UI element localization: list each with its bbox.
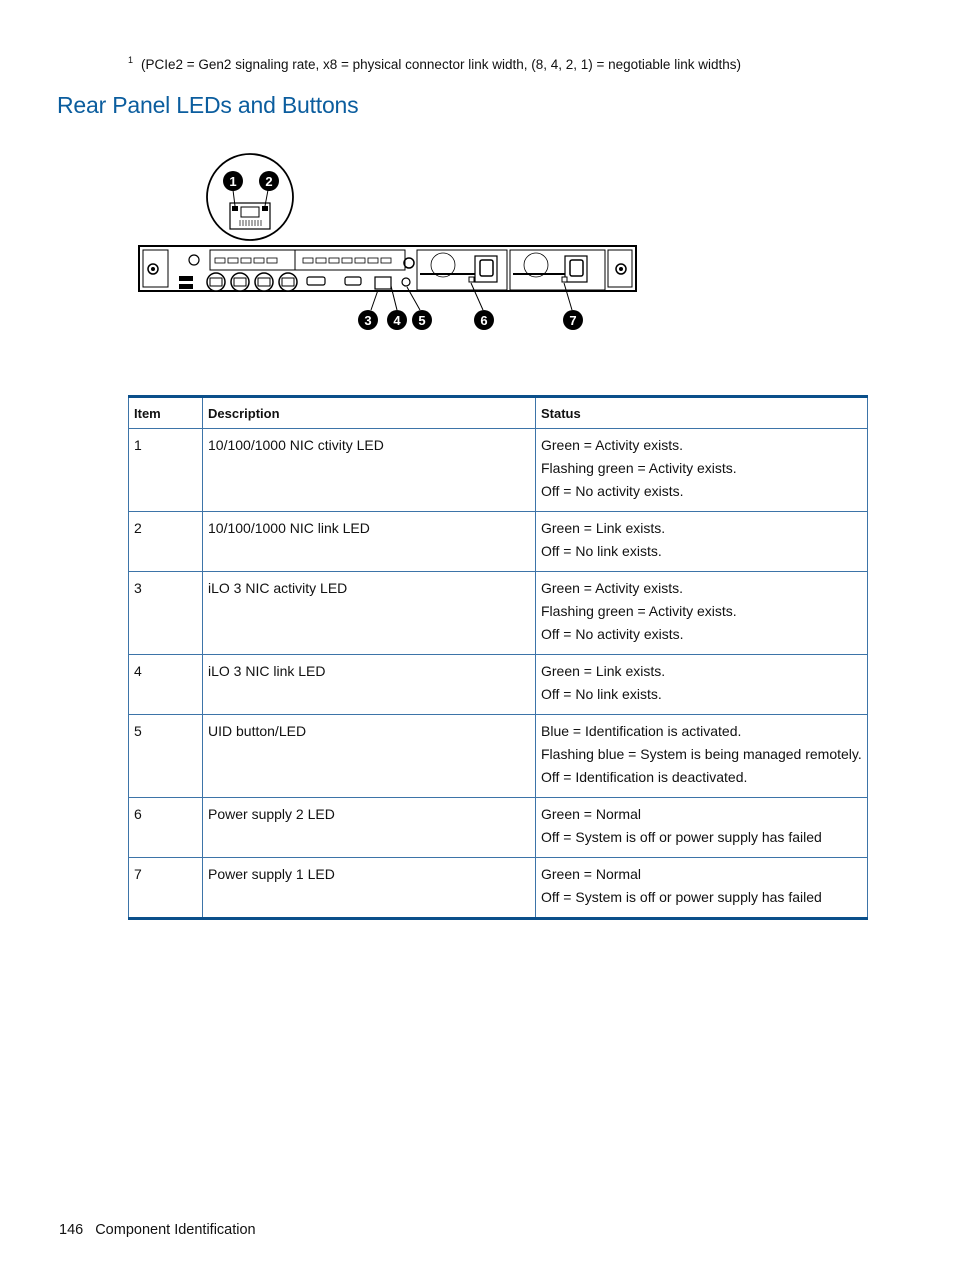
status-line: Off = Identification is deactivated. — [541, 769, 748, 785]
svg-text:3: 3 — [364, 313, 371, 328]
server-chassis — [138, 245, 637, 292]
cell-description: Power supply 2 LED — [202, 797, 536, 858]
cell-status: Blue = Identification is activated. Flash… — [535, 714, 868, 798]
callout-3: 3 — [358, 310, 378, 330]
callout-7: 7 — [563, 310, 583, 330]
chapter-title: Component Identification — [95, 1222, 256, 1238]
page-footer: 146 Component Identification — [59, 1222, 256, 1238]
cell-item: 7 — [128, 857, 203, 919]
header-item: Item — [128, 396, 203, 429]
cell-item: 1 — [128, 428, 203, 512]
cell-status: Green = Activity exists. Flashing green =… — [535, 428, 868, 512]
svg-text:1: 1 — [229, 174, 236, 189]
rear-panel-diagram: 1 2 3 4 5 6 7 — [138, 153, 637, 330]
svg-text:5: 5 — [418, 313, 425, 328]
status-line: Off = System is off or power supply has … — [541, 889, 822, 905]
cell-description: Power supply 1 LED — [202, 857, 536, 919]
status-line: Off = No activity exists. — [541, 626, 684, 642]
table-row: 3 iLO 3 NIC activity LED Green = Activity … — [128, 571, 868, 655]
status-line: Flashing blue = System is being managed … — [541, 746, 862, 762]
cell-description: iLO 3 NIC link LED — [202, 654, 536, 715]
status-line: Blue = Identification is activated. — [541, 723, 742, 739]
cell-status: Green = Link exists. Off = No link exists… — [535, 511, 868, 572]
cell-status: Green = Normal Off = System is off or pow… — [535, 857, 868, 919]
table-header-row: Item Description Status — [128, 396, 868, 429]
status-line: Green = Activity exists. — [541, 580, 683, 596]
callout-1: 1 — [223, 171, 243, 191]
status-line: Green = Normal — [541, 866, 641, 882]
cell-status: Green = Normal Off = System is off or pow… — [535, 797, 868, 858]
table-row: 2 10/100/1000 NIC link LED Green = Link ex… — [128, 511, 868, 572]
cell-status: Green = Activity exists. Flashing green =… — [535, 571, 868, 655]
status-line: Flashing green = Activity exists. — [541, 603, 737, 619]
table-row: 1 10/100/1000 NIC ctivity LED Green = Acti… — [128, 428, 868, 512]
cell-description: UID button/LED — [202, 714, 536, 798]
header-status: Status — [535, 396, 868, 429]
cell-item: 4 — [128, 654, 203, 715]
status-line: Green = Link exists. — [541, 520, 666, 536]
svg-text:4: 4 — [393, 313, 401, 328]
status-line: Green = Activity exists. — [541, 437, 683, 453]
callout-6: 6 — [474, 310, 494, 330]
cell-description: iLO 3 NIC activity LED — [202, 571, 536, 655]
section-title: Rear Panel LEDs and Buttons — [57, 92, 359, 118]
callout-4: 4 — [387, 310, 407, 330]
cell-item: 6 — [128, 797, 203, 858]
callout-2: 2 — [259, 171, 279, 191]
status-line: Off = System is off or power supply has … — [541, 829, 822, 845]
svg-text:2: 2 — [265, 174, 272, 189]
cell-description: 10/100/1000 NIC ctivity LED — [202, 428, 536, 512]
cell-item: 5 — [128, 714, 203, 798]
cell-item: 3 — [128, 571, 203, 655]
cell-status: Green = Link exists. Off = No link exists… — [535, 654, 868, 715]
led-table: Item Description Status 1 10/100/1000 NIC… — [128, 395, 868, 920]
callout-5: 5 — [412, 310, 432, 330]
table-row: 7 Power supply 1 LED Green = Normal Off = S… — [128, 857, 868, 919]
status-line: Off = No link exists. — [541, 543, 662, 559]
status-line: Off = No link exists. — [541, 686, 662, 702]
cell-description: 10/100/1000 NIC link LED — [202, 511, 536, 572]
status-line: Green = Normal — [541, 806, 641, 822]
svg-text:7: 7 — [569, 313, 576, 328]
page-number: 146 — [59, 1222, 84, 1238]
svg-text:6: 6 — [480, 313, 487, 328]
status-line: Green = Link exists. — [541, 663, 666, 679]
status-line: Off = No activity exists. — [541, 483, 684, 499]
status-line: Flashing green = Activity exists. — [541, 460, 737, 476]
cell-item: 2 — [128, 511, 203, 572]
footnote-text: (PCIe2 = Gen2 signaling rate, x8 = physi… — [141, 57, 741, 72]
header-description: Description — [202, 396, 536, 429]
table-row: 6 Power supply 2 LED Green = Normal Off = S… — [128, 797, 868, 858]
footnote-marker: 1 — [128, 55, 134, 65]
table-row: 5 UID button/LED Blue = Identification is … — [128, 714, 868, 798]
footnote: 1 (PCIe2 = Gen2 signaling rate, x8 = phys… — [128, 55, 741, 72]
nic-port-magnifier — [206, 153, 294, 241]
table-row: 4 iLO 3 NIC link LED Green = Link exists. O… — [128, 654, 868, 715]
